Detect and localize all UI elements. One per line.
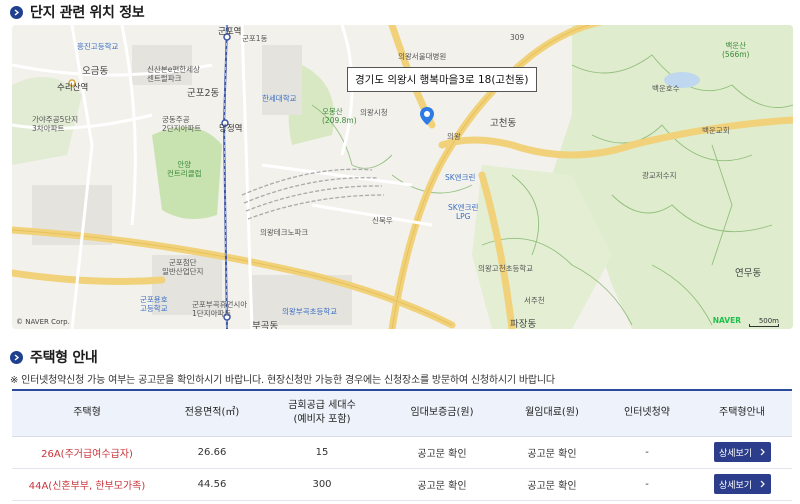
column-header: 월임대료(원): [502, 390, 602, 437]
map-label-hongjin-school: 흥진고등학교: [77, 42, 119, 51]
rent-cell: 공고문 확인: [502, 468, 602, 501]
table-header-row: 주택형 전용면적(㎡) 금회공급 세대수 (예비자 포함) 임대보증금(원) 월…: [12, 390, 792, 437]
map-label-obongsan: 오봉산 (209.8m): [322, 107, 357, 125]
map-label-gocheon-dong: 고천동: [490, 118, 517, 129]
map-copyright: © NAVER Corp.: [16, 318, 70, 326]
location-section-title: 단지 관련 위치 정보: [10, 2, 145, 22]
chevron-right-icon: [10, 350, 23, 364]
column-header: 주택형안내: [692, 390, 792, 437]
map-label-baekwoon-lake: 백운호수: [652, 84, 680, 93]
map-label-gunpo2dong: 군포2동: [187, 88, 220, 99]
naver-logo[interactable]: NAVER: [713, 316, 741, 325]
map-label-bugok-apt: 군포부곡휴먼시아 1단지아파트: [192, 300, 248, 318]
online-cell: -: [602, 436, 692, 469]
map-label-sinbuk: 신북우: [372, 216, 393, 225]
online-cell: -: [602, 468, 692, 501]
table-row: 44A(신혼부부, 한부모가족) 44.56 300 공고문 확인 공고문 확인…: [12, 468, 792, 501]
map-label-gungdong: 궁동주공 2단지아파트: [162, 115, 202, 133]
housing-type-cell: 44A(신혼부부, 한부모가족): [12, 468, 162, 501]
rent-cell: 공고문 확인: [502, 436, 602, 469]
map-label-anyang-cc: 안양 컨트리클럽: [167, 160, 202, 178]
detail-button[interactable]: 상세보기: [713, 442, 771, 462]
chevron-right-icon: [760, 480, 765, 488]
map-label-uiwang-seoul-hospital: 의왕서울대병원: [398, 52, 447, 61]
detail-button-label: 상세보기: [718, 448, 753, 459]
area-cell: 44.56: [162, 468, 262, 501]
map-label-uiwang-city-hall: 의왕시청: [360, 108, 388, 117]
map-label-gayamun: 가야주공5단지 3차아파트: [32, 115, 79, 133]
map-label-baekwoon-valley: 백운교회: [702, 126, 730, 135]
units-cell: 300: [262, 468, 382, 501]
location-title-label: 단지 관련 위치 정보: [30, 5, 145, 21]
map-label-hansae-univ: 한세대학교: [262, 94, 297, 103]
map-label-bugok-dong: 부곡동: [252, 321, 279, 329]
deposit-cell: 공고문 확인: [382, 436, 502, 469]
map-label-bugok-school: 의왕부곡초등학교: [282, 307, 338, 316]
units-cell: 15: [262, 436, 382, 469]
chevron-right-icon: [10, 5, 23, 19]
housing-type-table: 주택형 전용면적(㎡) 금회공급 세대수 (예비자 포함) 임대보증금(원) 월…: [12, 389, 792, 501]
column-header: 주택형: [12, 390, 162, 437]
column-header: 임대보증금(원): [382, 390, 502, 437]
location-pin-icon[interactable]: [420, 107, 434, 125]
map-label-uiwang-goechon: 의왕고천초등학교: [478, 264, 534, 273]
detail-button[interactable]: 상세보기: [713, 474, 771, 494]
map-label-gunpo-industrial: 군포첨단 일반산업단지: [162, 258, 204, 276]
map-label-sk-lpg: SK엔크린 LPG: [448, 203, 479, 221]
map-label-gunpo-station: 군포역: [218, 27, 242, 37]
housing-title-label: 주택형 안내: [30, 350, 98, 366]
location-map[interactable]: 군포역 군포1동 당정역 군포2동 흥진고등학교 신산본e편한세상 센트럴파크 …: [12, 25, 793, 329]
column-header: 금회공급 세대수 (예비자 포함): [262, 390, 382, 437]
notice-text: ※ 인터넷청약신청 가능 여부는 공고문을 확인하시기 바랍니다. 현장신청만 …: [10, 375, 555, 386]
housing-type-cell: 26A(주거급여수급자): [12, 436, 162, 469]
map-label-sinsegye: 신산본e편한세상 센트럴파크: [147, 65, 200, 83]
map-scale-bar: [749, 324, 779, 327]
address-callout: 경기도 의왕시 행복마을3로 18(고천동): [347, 67, 537, 92]
map-label-uiwang-techno: 의왕테크노파크: [260, 228, 309, 237]
map-label-gunpo1dong: 군포1동: [242, 34, 268, 43]
detail-button-label: 상세보기: [718, 480, 753, 491]
column-header: 인터넷청약: [602, 390, 692, 437]
deposit-cell: 공고문 확인: [382, 468, 502, 501]
area-cell: 26.66: [162, 436, 262, 469]
map-label-ogeumdong: 오금동: [82, 66, 109, 77]
housing-section-title: 주택형 안내: [10, 347, 98, 367]
detail-cell: 상세보기: [692, 468, 792, 501]
map-label-seomyeon: 서주천: [524, 296, 545, 305]
map-label-gunpo-high: 군포용호 고등학교: [140, 295, 168, 313]
map-label-paju-dong: 파장동: [510, 319, 537, 329]
map-label-baekwoonsan: 백운산 (566m): [722, 41, 750, 59]
table-row: 26A(주거급여수급자) 26.66 15 공고문 확인 공고문 확인 - 상세…: [12, 436, 792, 469]
detail-cell: 상세보기: [692, 436, 792, 469]
map-label-sk-energy: SK엔크린: [445, 173, 476, 182]
map-label-baekun-dong: 연무동: [735, 268, 762, 279]
map-label-wonchon: 광교저수지: [642, 171, 677, 180]
map-label-dangjeong-station: 당정역: [219, 124, 243, 134]
map-label-suri-station: 수리산역: [57, 83, 89, 93]
map-label-route309: 309: [510, 33, 525, 42]
chevron-right-icon: [760, 448, 765, 456]
map-label-tollgate: 의왕: [447, 132, 461, 141]
column-header: 전용면적(㎡): [162, 390, 262, 437]
